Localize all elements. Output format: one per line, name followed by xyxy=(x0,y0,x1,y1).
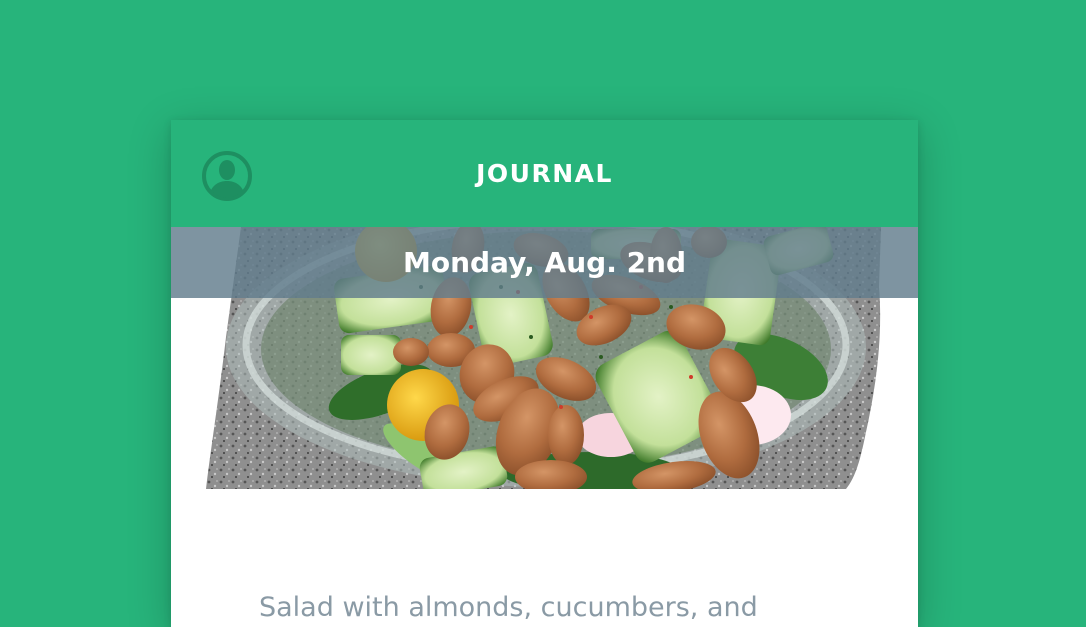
journal-card: JOURNAL Monday, Aug. 2nd Salad with almo… xyxy=(171,120,918,627)
date-banner: Monday, Aug. 2nd xyxy=(171,227,918,298)
entry-date: Monday, Aug. 2nd xyxy=(402,246,687,279)
entry-caption: Salad with almonds, cucumbers, and xyxy=(259,592,758,623)
app-header: JOURNAL xyxy=(171,120,918,227)
page-title: JOURNAL xyxy=(476,159,613,188)
